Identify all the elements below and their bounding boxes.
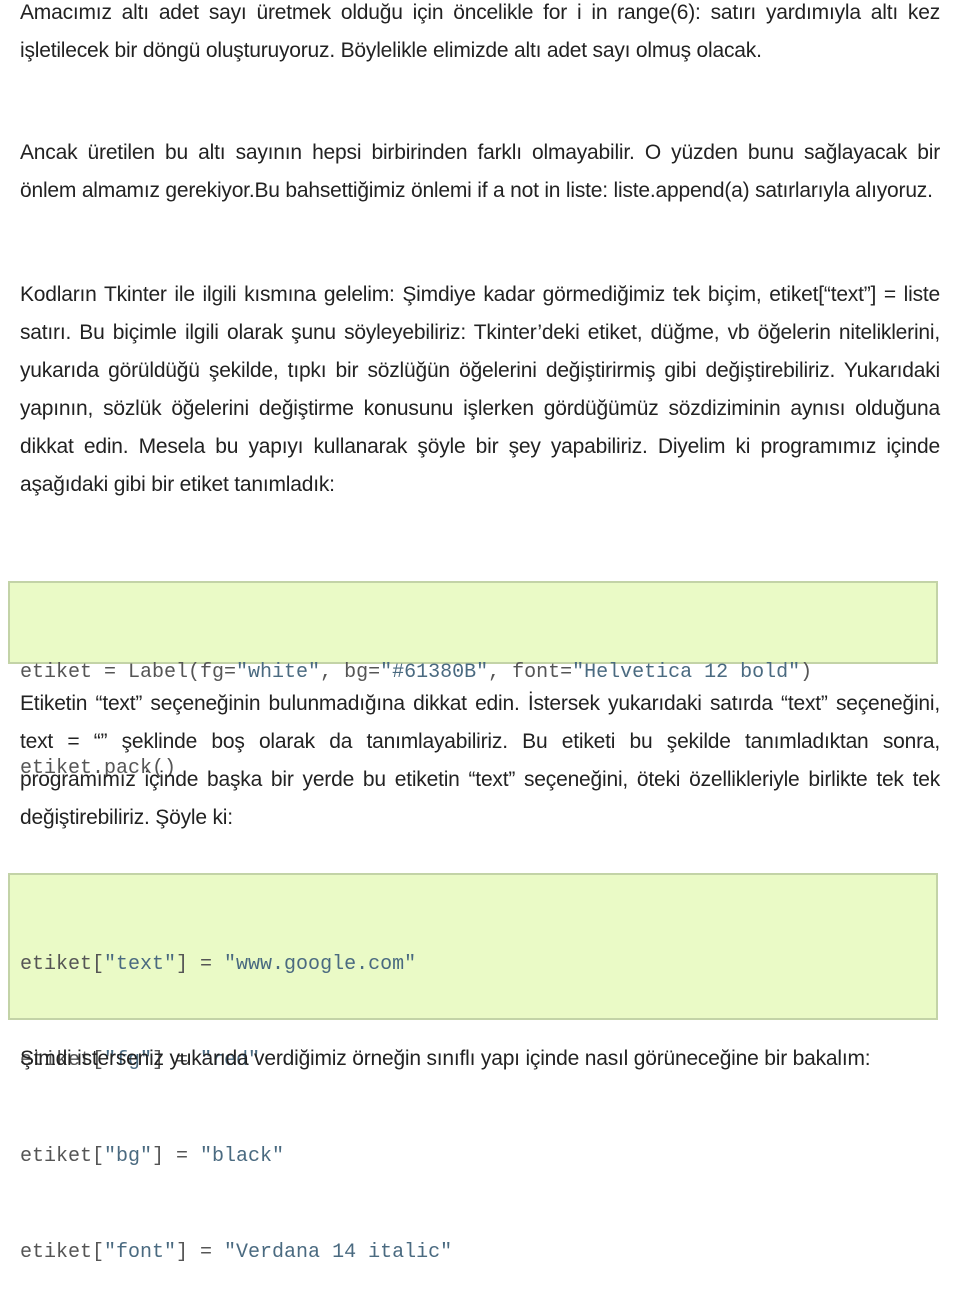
code-string-literal: "black" <box>200 1145 285 1168</box>
code-string-literal: "Verdana 14 italic" <box>224 1241 453 1264</box>
paragraph-uniqueness-check: Ancak üretilen bu altı sayının hepsi bir… <box>20 141 940 202</box>
paragraph-tkinter-syntax: Kodların Tkinter ile ilgili kısmına gele… <box>20 283 940 496</box>
code-string-literal: "bg" <box>104 1145 153 1168</box>
code-string-literal: "white" <box>236 661 321 684</box>
code-line: etiket["font"] = "Verdana 14 italic" <box>20 1241 453 1264</box>
code-block-label-definition: etiket = Label(fg="white", bg="#61380B",… <box>8 581 938 780</box>
code-string-literal: "www.google.com" <box>224 953 417 976</box>
code-string-literal: "font" <box>104 1241 177 1264</box>
paragraph-class-example-intro: Şimdi isterseniz yukarıda verdiğimiz örn… <box>20 1047 871 1070</box>
code-line: etiket["text"] = "www.google.com" <box>20 953 417 976</box>
code-string-literal: "text" <box>104 953 177 976</box>
code-string-literal: "Helvetica 12 bold" <box>572 661 801 684</box>
code-string-literal: "#61380B" <box>380 661 489 684</box>
paragraph-text-option: Etiketin “text” seçeneğinin bulunmadığın… <box>20 692 940 829</box>
paragraph-loop-explanation: Amacımız altı adet sayı üretmek olduğu i… <box>20 1 940 62</box>
code-block-label-config: etiket["text"] = "www.google.com" etiket… <box>8 873 938 1264</box>
code-line: etiket["bg"] = "black" <box>20 1145 285 1168</box>
